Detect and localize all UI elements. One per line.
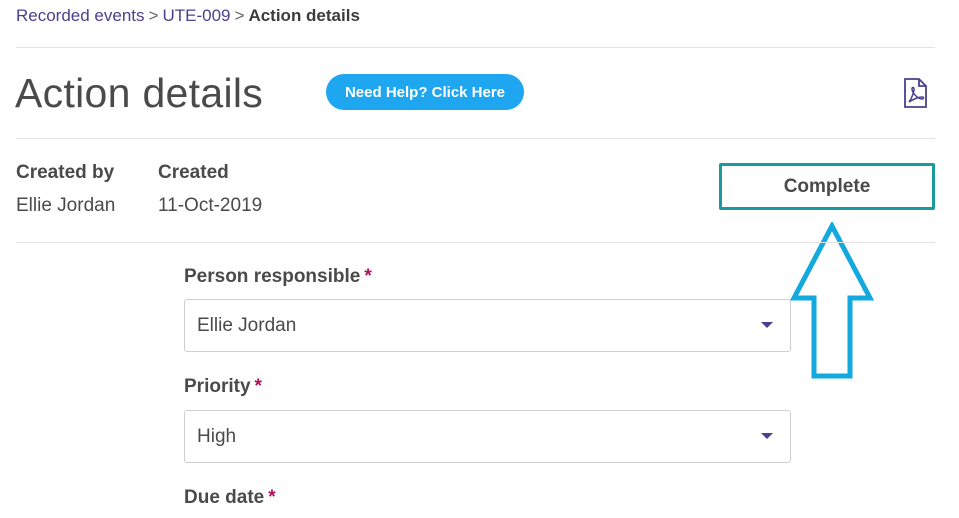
- required-marker: *: [364, 266, 372, 287]
- created-by-label: Created by: [16, 162, 115, 183]
- created-value: 11-Oct-2019: [158, 195, 263, 216]
- breadcrumb-separator: >: [148, 6, 159, 25]
- divider: [16, 138, 935, 139]
- pdf-icon[interactable]: [901, 78, 929, 108]
- priority-value: High: [197, 425, 237, 447]
- required-marker: *: [268, 487, 276, 508]
- complete-button[interactable]: Complete: [719, 163, 935, 210]
- person-responsible-value: Ellie Jordan: [197, 314, 297, 336]
- breadcrumb-recorded-events[interactable]: Recorded events: [16, 6, 145, 25]
- due-date-label-text: Due date: [184, 487, 265, 508]
- breadcrumb-ute-009[interactable]: UTE-009: [162, 6, 230, 25]
- breadcrumb-separator: >: [234, 6, 245, 25]
- page-title: Action details: [15, 70, 264, 116]
- breadcrumb: Recorded events > UTE-009 > Action details: [16, 6, 360, 26]
- required-marker: *: [254, 376, 262, 397]
- person-responsible-label: Person responsible *: [184, 266, 372, 288]
- priority-label-text: Priority: [184, 376, 251, 397]
- created-label: Created: [158, 162, 229, 183]
- person-responsible-label-text: Person responsible: [184, 266, 361, 287]
- chevron-down-icon: [761, 322, 773, 328]
- chevron-down-icon: [761, 433, 773, 439]
- created-by-value: Ellie Jordan: [16, 195, 116, 216]
- divider: [16, 242, 935, 243]
- divider: [16, 47, 935, 48]
- need-help-button[interactable]: Need Help? Click Here: [326, 74, 524, 110]
- due-date-label: Due date *: [184, 487, 276, 509]
- breadcrumb-current: Action details: [248, 6, 360, 25]
- up-arrow-icon: [789, 220, 875, 380]
- priority-select[interactable]: High: [184, 410, 791, 463]
- person-responsible-select[interactable]: Ellie Jordan: [184, 299, 791, 352]
- priority-label: Priority *: [184, 376, 262, 398]
